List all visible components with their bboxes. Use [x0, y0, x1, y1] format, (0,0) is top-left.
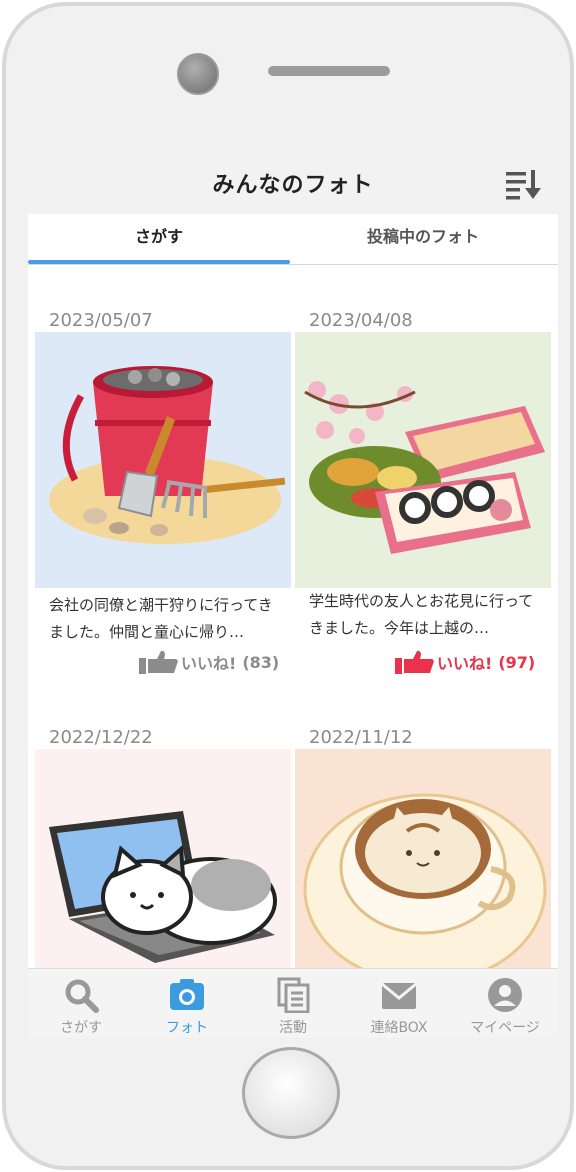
- cat-laptop-photo[interactable]: [35, 749, 291, 1005]
- page-title: みんなのフォト: [212, 173, 374, 198]
- nav-contact-box[interactable]: 連絡BOX: [346, 969, 452, 1038]
- app-header: みんなのフォト: [28, 124, 558, 214]
- documents-icon: [277, 977, 310, 1013]
- like-button[interactable]: いいね! (97): [395, 650, 535, 674]
- speaker-grille: [268, 66, 390, 76]
- front-camera: [177, 53, 219, 95]
- mail-icon: [381, 982, 417, 1009]
- app-screen: みんなのフォト さがす 投稿中のフォト 2023/05/07 会社の同僚と潮干狩…: [28, 124, 558, 1038]
- like-label: いいね!: [437, 654, 493, 673]
- tab-my-photos[interactable]: 投稿中のフォト: [292, 214, 554, 264]
- post-date: 2023/04/08: [309, 310, 413, 331]
- post-date: 2022/12/22: [49, 727, 153, 748]
- nav-label: マイページ: [470, 1020, 540, 1036]
- phone-frame: みんなのフォト さがす 投稿中のフォト 2023/05/07 会社の同僚と潮干狩…: [2, 2, 574, 1170]
- nav-photo[interactable]: フォト: [134, 969, 240, 1038]
- sort-descending-icon[interactable]: [506, 168, 542, 200]
- nav-search[interactable]: さがす: [28, 969, 134, 1038]
- photo-card[interactable]: 2023/05/07 会社の同僚と潮干狩りに行ってきました。仲間と童心に帰り… …: [35, 310, 291, 680]
- like-count: (83): [242, 652, 280, 672]
- clam-digging-photo[interactable]: [35, 332, 291, 588]
- like-count: (97): [498, 652, 536, 672]
- nav-label: さがす: [60, 1020, 102, 1036]
- bottom-navigation: さがす フォト 活動 連絡BOX マイページ: [28, 968, 558, 1038]
- thumbs-up-icon: [139, 650, 178, 674]
- post-caption: 学生時代の友人とお花見に行ってきました。今年は上越の…: [309, 592, 534, 637]
- post-date: 2023/05/07: [49, 310, 153, 331]
- post-date: 2022/11/12: [309, 727, 413, 748]
- nav-label: フォト: [166, 1020, 208, 1036]
- post-caption: 会社の同僚と潮干狩りに行ってきました。仲間と童心に帰り…: [49, 596, 273, 641]
- camera-icon: [170, 979, 204, 1010]
- nav-my-page[interactable]: マイページ: [452, 969, 558, 1038]
- photo-card[interactable]: 2023/04/08 学生時代の友人とお花見に行ってきました。今年は上越の… い…: [295, 310, 551, 680]
- cat-latte-art-photo[interactable]: [295, 749, 551, 1005]
- thumbs-up-icon: [395, 650, 434, 674]
- user-icon: [488, 978, 522, 1012]
- active-tab-indicator: [28, 260, 290, 264]
- like-button[interactable]: いいね! (83): [139, 650, 279, 674]
- nav-label: 活動: [279, 1020, 307, 1036]
- hanami-bento-photo[interactable]: [295, 332, 551, 588]
- tab-bar: さがす 投稿中のフォト: [28, 214, 558, 265]
- tab-search[interactable]: さがす: [28, 214, 290, 264]
- search-icon: [65, 979, 99, 1013]
- nav-activity[interactable]: 活動: [240, 969, 346, 1038]
- home-button[interactable]: [242, 1047, 340, 1139]
- nav-label: 連絡BOX: [370, 1020, 428, 1036]
- like-label: いいね!: [181, 654, 237, 673]
